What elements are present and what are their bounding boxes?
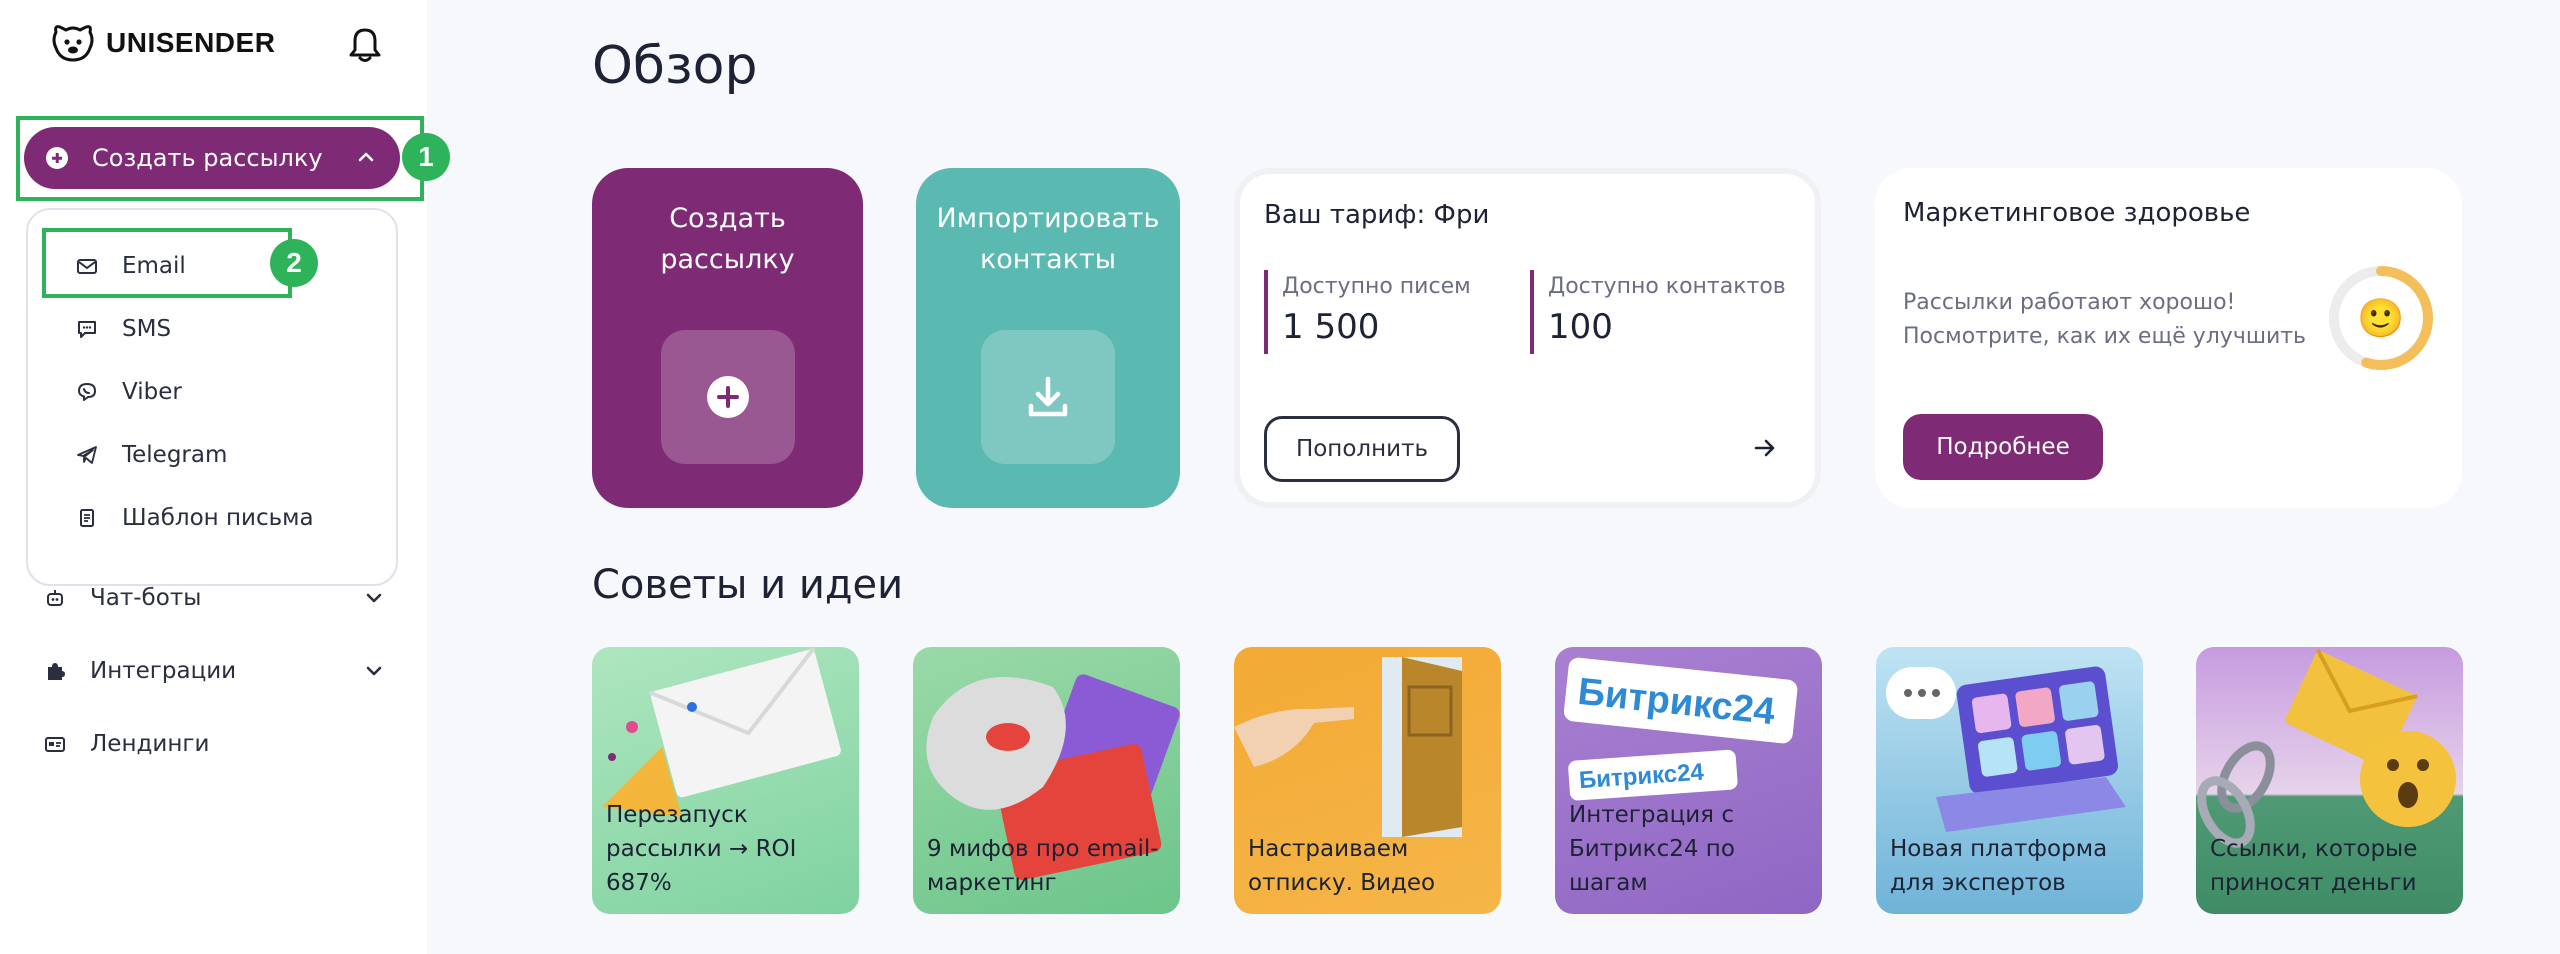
- tariff-arrow-button[interactable]: [1735, 418, 1795, 478]
- create-campaign-label: Создать рассылку: [92, 144, 323, 172]
- import-contacts-card[interactable]: Импортировать контакты: [916, 168, 1180, 508]
- topup-button[interactable]: Пополнить: [1264, 416, 1460, 482]
- create-icon-tile: [660, 330, 795, 464]
- tip-label-line: Новая платформа: [1890, 836, 2108, 862]
- notifications-bell-icon[interactable]: [348, 26, 382, 64]
- tip-label-line: для экспертов: [1890, 870, 2066, 896]
- tip-label: 9 мифов про email- маркетинг: [927, 832, 1170, 900]
- health-text-line: Посмотрите, как их ещё улучшить: [1903, 324, 2307, 349]
- template-icon: [80, 509, 94, 527]
- tip-label-line: маркетинг: [927, 870, 1057, 896]
- dropdown-item-label: Telegram: [122, 442, 228, 468]
- tip-label-line: Интеграция с: [1569, 802, 1734, 828]
- chevron-up-icon: [358, 152, 374, 162]
- tip-label: Настраиваем отписку. Видео: [1248, 832, 1491, 900]
- tariff-title: Ваш тариф: Фри: [1264, 200, 1490, 230]
- letters-stat: Доступно писем 1 500: [1264, 270, 1471, 354]
- chevron-down-icon: [366, 666, 382, 676]
- tip-label: Перезапуск рассылки → ROI 687%: [606, 798, 849, 900]
- health-title: Маркетинговое здоровье: [1903, 198, 2251, 228]
- card-title-line: Создать: [669, 203, 786, 234]
- create-campaign-card[interactable]: Создать рассылку: [592, 168, 863, 508]
- download-icon: [1028, 376, 1068, 417]
- dropdown-item-label: Шаблон письма: [122, 505, 314, 531]
- sidebar-item-integrations[interactable]: Интеграции: [44, 649, 384, 693]
- step-badge-2: 2: [270, 239, 318, 287]
- stat-label: Доступно писем: [1282, 274, 1471, 299]
- card-title: Создать рассылку: [592, 198, 863, 280]
- tip-card-platform[interactable]: Новая платформа для экспертов: [1876, 647, 2143, 914]
- more-details-button[interactable]: Подробнее: [1903, 414, 2103, 480]
- dropdown-item-sms[interactable]: SMS: [28, 299, 396, 359]
- sidebar-item-label: Интеграции: [90, 658, 237, 684]
- tip-label-line: Настраиваем: [1248, 836, 1409, 862]
- dropdown-item-telegram[interactable]: Telegram: [28, 425, 396, 485]
- dropdown-item-label: Viber: [122, 379, 182, 405]
- chat-icon: [78, 321, 96, 338]
- import-icon-tile: [981, 330, 1115, 464]
- dropdown-item-label: SMS: [122, 316, 172, 342]
- marketing-health-card: Маркетинговое здоровье Рассылки работают…: [1875, 168, 2462, 508]
- tip-card-unsubscribe[interactable]: Настраиваем отписку. Видео: [1234, 647, 1501, 914]
- plus-circle-icon: [46, 147, 68, 169]
- chevron-down-icon: [366, 593, 382, 603]
- tip-card-myths[interactable]: 9 мифов про email- маркетинг: [913, 647, 1180, 914]
- stat-label: Доступно контактов: [1548, 274, 1786, 299]
- tip-label-line: отписку. Видео: [1248, 870, 1436, 896]
- tip-label: Ссылки, которые приносят деньги: [2210, 832, 2453, 900]
- stat-value: 1 500: [1282, 307, 1380, 347]
- puzzle-icon: [48, 663, 65, 680]
- card-title-line: Импортировать: [936, 203, 1160, 234]
- sidebar-item-chatbots[interactable]: Чат-боты: [44, 576, 384, 620]
- arrow-right-icon: [1754, 439, 1775, 457]
- tip-label: Интеграция с Битрикс24 по шагам: [1569, 798, 1812, 900]
- tip-label-line: 687%: [606, 870, 672, 896]
- logo-mark-icon: [52, 25, 94, 62]
- sidebar-item-label: Чат-боты: [90, 585, 202, 611]
- telegram-icon: [77, 446, 97, 464]
- stat-value: 100: [1548, 307, 1613, 347]
- bot-icon: [47, 590, 63, 606]
- plus-circle-icon: [706, 376, 749, 418]
- card-title: Импортировать контакты: [916, 198, 1180, 280]
- tip-card-links[interactable]: Ссылки, которые приносят деньги: [2196, 647, 2463, 914]
- card-title-line: контакты: [979, 244, 1117, 275]
- tip-label-line: 9 мифов про email-: [927, 836, 1159, 862]
- step-badge-1: 1: [402, 133, 450, 181]
- page-title: Обзор: [592, 36, 758, 96]
- viber-icon: [78, 383, 96, 401]
- dropdown-item-template[interactable]: Шаблон письма: [28, 488, 396, 548]
- health-description: Рассылки работают хорошо! Посмотрите, ка…: [1903, 286, 2306, 354]
- tip-label-line: приносят деньги: [2210, 870, 2417, 896]
- tip-label-line: Ссылки, которые: [2210, 836, 2418, 862]
- email-highlight-frame: [42, 228, 292, 298]
- tips-section-title: Советы и идеи: [592, 562, 904, 608]
- contacts-stat: Доступно контактов 100: [1530, 270, 1786, 354]
- logo[interactable]: UNISENDER: [50, 22, 275, 64]
- dropdown-item-viber[interactable]: Viber: [28, 362, 396, 422]
- health-emoji-icon: 🙂: [2357, 296, 2404, 340]
- health-score-ring: 🙂: [2329, 266, 2433, 370]
- tip-card-relaunch[interactable]: Перезапуск рассылки → ROI 687%: [592, 647, 859, 914]
- tip-label-line: рассылки → ROI: [606, 836, 797, 862]
- tip-label-line: Битрикс24 по шагам: [1569, 836, 1735, 896]
- health-text-line: Рассылки работают хорошо!: [1903, 290, 2236, 315]
- sidebar-item-label: Лендинги: [90, 731, 210, 757]
- tip-label-line: Перезапуск: [606, 802, 748, 828]
- card-title-line: рассылку: [660, 244, 795, 275]
- landing-icon: [45, 737, 65, 752]
- tariff-card: Ваш тариф: Фри Доступно писем 1 500 Дост…: [1234, 168, 1821, 508]
- logo-text: UNISENDER: [106, 27, 276, 58]
- tip-label: Новая платформа для экспертов: [1890, 832, 2133, 900]
- create-campaign-button[interactable]: Создать рассылку: [24, 127, 400, 189]
- tip-card-bitrix[interactable]: Битрикс24 Битрикс24 Интеграция с Битрикс…: [1555, 647, 1822, 914]
- sidebar-item-landings[interactable]: Лендинги: [44, 722, 384, 766]
